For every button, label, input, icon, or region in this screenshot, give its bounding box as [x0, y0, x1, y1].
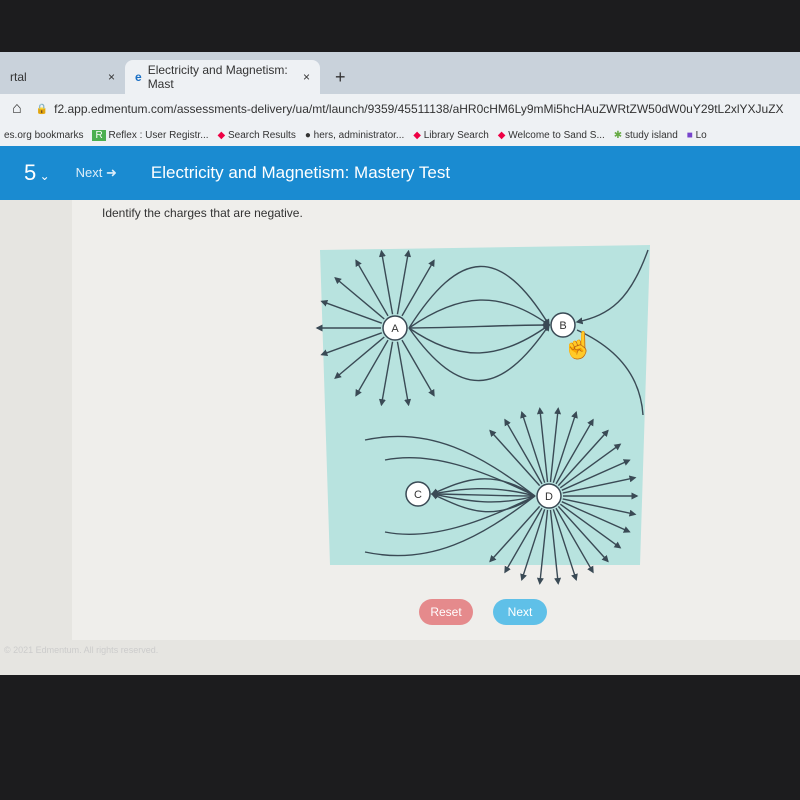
next-button[interactable]: Next	[493, 599, 547, 625]
charge-d[interactable]: D	[536, 483, 562, 509]
charge-label: C	[414, 489, 422, 501]
diagram-background	[320, 245, 650, 565]
charge-c[interactable]: C	[405, 481, 431, 507]
hand-cursor-icon: ☝	[562, 330, 595, 360]
copyright: © 2021 Edmentum. All rights reserved.	[4, 645, 159, 655]
reset-button[interactable]: Reset	[419, 599, 473, 625]
charge-label: D	[545, 491, 553, 503]
electric-field-diagram: A BC D	[315, 245, 650, 585]
charge-a[interactable]: A	[382, 315, 408, 341]
charge-label: A	[391, 323, 399, 335]
